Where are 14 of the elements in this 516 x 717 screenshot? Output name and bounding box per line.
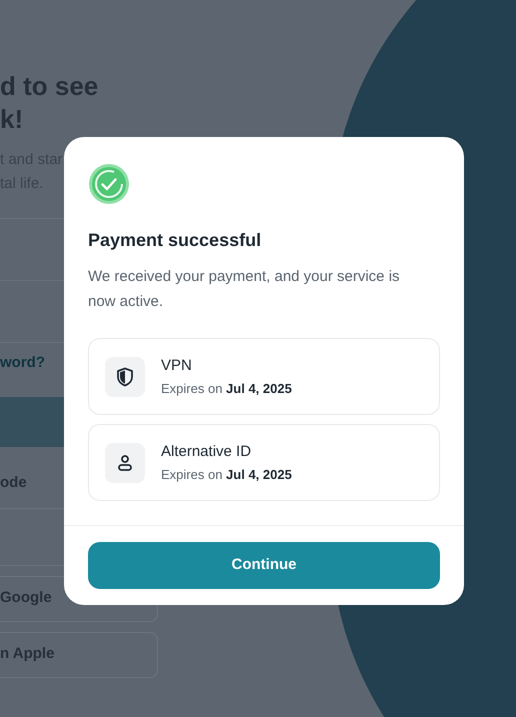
dialog-title: Payment successful [88, 229, 262, 252]
person-icon [116, 454, 134, 472]
service-name: VPN [161, 356, 193, 376]
continue-button[interactable]: Continue [88, 542, 440, 589]
service-expiry: Expires on Jul 4, 2025 [161, 466, 292, 484]
service-name: Alternative ID [161, 442, 252, 462]
shield-icon [116, 366, 134, 386]
service-expiry: Expires on Jul 4, 2025 [161, 380, 292, 398]
dialog-message: We received your payment, and your service is now active. [88, 267, 401, 312]
forgot-password-link[interactable]: word? [0, 352, 45, 374]
heading-text: d to see [0, 70, 100, 103]
heading-text: k! [0, 103, 24, 136]
check-circle-icon [88, 163, 130, 205]
social-login-button[interactable]: n Apple [0, 632, 158, 678]
